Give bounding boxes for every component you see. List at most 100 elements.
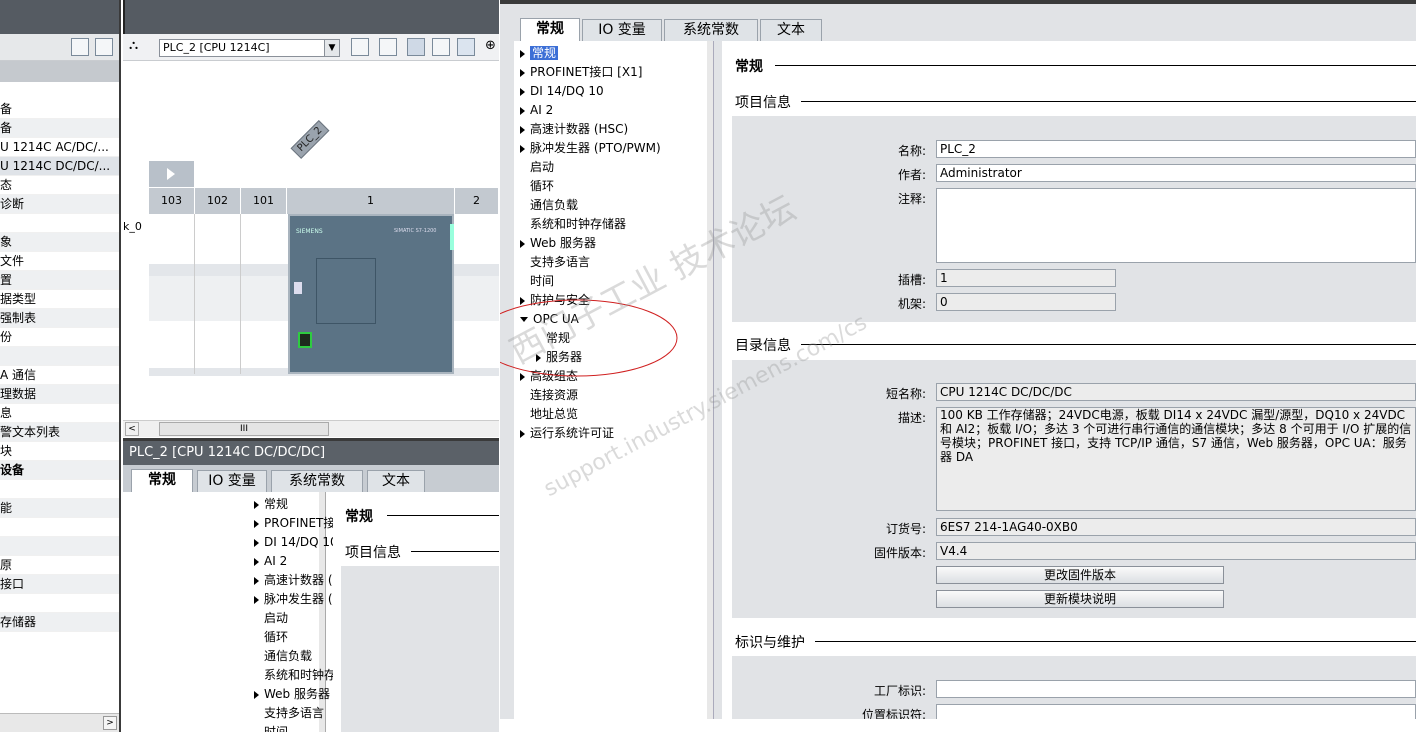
tree-item-3[interactable]: AI 2 <box>520 101 553 120</box>
comment-field[interactable] <box>936 188 1416 263</box>
tree-item[interactable]: U 1214C DC/DC/... <box>0 157 119 176</box>
tree-item[interactable]: 理数据 <box>0 385 119 404</box>
show-name-icon[interactable] <box>379 38 397 56</box>
chevron-right-icon[interactable] <box>254 538 259 547</box>
plant-id-field[interactable] <box>936 680 1416 698</box>
tree-item[interactable]: 备 <box>0 100 119 119</box>
tree-item[interactable] <box>0 347 119 366</box>
chevron-right-icon[interactable] <box>520 106 525 115</box>
tree-item[interactable] <box>0 537 119 556</box>
tab-1[interactable]: IO 变量 <box>582 19 662 41</box>
tree-item[interactable]: 息 <box>0 404 119 423</box>
chevron-down-icon[interactable]: ▼ <box>324 40 339 56</box>
tree-item[interactable]: U 1214C AC/DC/... <box>0 138 119 157</box>
tree-item-3[interactable]: AI 2 <box>254 552 287 571</box>
slot-101[interactable]: 101 <box>241 188 287 214</box>
rack-expand-button[interactable] <box>149 161 194 187</box>
tree-item[interactable]: 原 <box>0 556 119 575</box>
chevron-right-icon[interactable] <box>254 576 259 585</box>
tab-0[interactable]: 常规 <box>520 18 580 41</box>
tree-item-20[interactable]: 运行系统许可证 <box>520 424 614 443</box>
tree-item[interactable]: 警文本列表 <box>0 423 119 442</box>
slot-102[interactable]: 102 <box>195 188 241 214</box>
device-view-hscroll[interactable]: < III <box>123 420 499 437</box>
page-view-icon[interactable] <box>457 38 475 56</box>
tree-item-8[interactable]: 通信负载 <box>254 647 312 666</box>
pencil-icon[interactable] <box>407 38 425 56</box>
tree-item[interactable]: 置 <box>0 271 119 290</box>
tree-item-4[interactable]: 高速计数器 (HSC) <box>520 120 628 139</box>
chevron-right-icon[interactable] <box>520 68 525 77</box>
chevron-right-icon[interactable] <box>520 49 525 58</box>
tree-item-0[interactable]: 常规 <box>520 44 559 63</box>
tree-item[interactable]: 态 <box>0 176 119 195</box>
tree-item-11[interactable]: 支持多语言 <box>520 253 590 272</box>
left-scrollbar[interactable]: > <box>0 713 119 732</box>
tree-item[interactable]: A 通信 <box>0 366 119 385</box>
chevron-right-icon[interactable] <box>254 500 259 509</box>
tree-item[interactable]: 设备 <box>0 461 119 480</box>
tree-item-12[interactable]: 时间 <box>254 723 288 732</box>
tree-item-9[interactable]: 系统和时钟存储器 <box>520 215 626 234</box>
tree-item-6[interactable]: 启动 <box>254 609 288 628</box>
tab-3[interactable]: 文本 <box>367 470 425 492</box>
tree-item[interactable]: 接口 <box>0 575 119 594</box>
tab-3[interactable]: 文本 <box>760 19 822 41</box>
name-field[interactable]: PLC_2 <box>936 140 1416 158</box>
tab-1[interactable]: IO 变量 <box>197 470 267 492</box>
chevron-right-icon[interactable] <box>254 519 259 528</box>
tree-item-8[interactable]: 通信负载 <box>520 196 578 215</box>
cpu-module[interactable]: SIEMENS SIMATIC S7-1200 <box>288 214 454 374</box>
tree-item-7[interactable]: 循环 <box>254 628 288 647</box>
tree-item[interactable]: 文件 <box>0 252 119 271</box>
tree-item-5[interactable]: 脉冲发生器 (PTO/PWM) <box>520 139 661 158</box>
tree-item[interactable]: 能 <box>0 499 119 518</box>
tree-item-10[interactable]: Web 服务器 <box>520 234 596 253</box>
tab-0[interactable]: 常规 <box>131 469 193 492</box>
tree-item[interactable]: 备 <box>0 119 119 138</box>
network-icon[interactable]: ⛬ <box>129 38 147 56</box>
zoom-icon[interactable]: ⊕ <box>485 38 499 56</box>
tree-item[interactable] <box>0 594 119 613</box>
tree-item-7[interactable]: 循环 <box>520 177 554 196</box>
tree-item[interactable]: 据类型 <box>0 290 119 309</box>
author-field[interactable]: Administrator <box>936 164 1416 182</box>
tree-item[interactable]: 象 <box>0 233 119 252</box>
tree-item[interactable]: 块 <box>0 442 119 461</box>
chevron-right-icon[interactable] <box>520 144 525 153</box>
tree-item[interactable] <box>0 480 119 499</box>
slot-1[interactable]: 1 <box>287 188 455 214</box>
device-properties-icon[interactable] <box>351 38 369 56</box>
tree-item-2[interactable]: DI 14/DQ 10 <box>254 533 338 552</box>
tree-item-19[interactable]: 地址总览 <box>520 405 578 424</box>
change-firmware-button[interactable]: 更改固件版本 <box>936 566 1224 584</box>
tree-item[interactable]: 份 <box>0 328 119 347</box>
update-module-desc-button[interactable]: 更新模块说明 <box>936 590 1224 608</box>
cpu-select[interactable]: PLC_2 [CPU 1214C] ▼ <box>159 39 340 57</box>
chevron-right-icon[interactable] <box>520 239 525 248</box>
tree-item-0[interactable]: 常规 <box>254 495 288 514</box>
tree-item-6[interactable]: 启动 <box>520 158 554 177</box>
slot-103[interactable]: 103 <box>149 188 195 214</box>
tree-item-12[interactable]: 时间 <box>520 272 554 291</box>
chevron-right-icon[interactable] <box>254 557 259 566</box>
tree-item[interactable]: 强制表 <box>0 309 119 328</box>
tab-2[interactable]: 系统常数 <box>664 19 758 41</box>
tree-item-18[interactable]: 连接资源 <box>520 386 578 405</box>
chevron-right-icon[interactable] <box>254 690 259 699</box>
tab-2[interactable]: 系统常数 <box>271 470 363 492</box>
slot-2[interactable]: 2 <box>455 188 499 214</box>
tree-item-10[interactable]: Web 服务器 <box>254 685 330 704</box>
chevron-right-icon[interactable] <box>520 125 525 134</box>
grid-icon[interactable] <box>432 38 450 56</box>
tree-item-2[interactable]: DI 14/DQ 10 <box>520 82 604 101</box>
tree-item[interactable]: 存储器 <box>0 613 119 632</box>
tree-item[interactable]: 诊断 <box>0 195 119 214</box>
tree-item-11[interactable]: 支持多语言 <box>254 704 324 723</box>
tree-item[interactable] <box>0 214 119 233</box>
tree-item[interactable] <box>0 518 119 537</box>
chevron-right-icon[interactable] <box>520 429 525 438</box>
tree-item-1[interactable]: PROFINET接口 [X1] <box>520 63 642 82</box>
chevron-right-icon[interactable] <box>254 595 259 604</box>
chevron-right-icon[interactable] <box>520 87 525 96</box>
